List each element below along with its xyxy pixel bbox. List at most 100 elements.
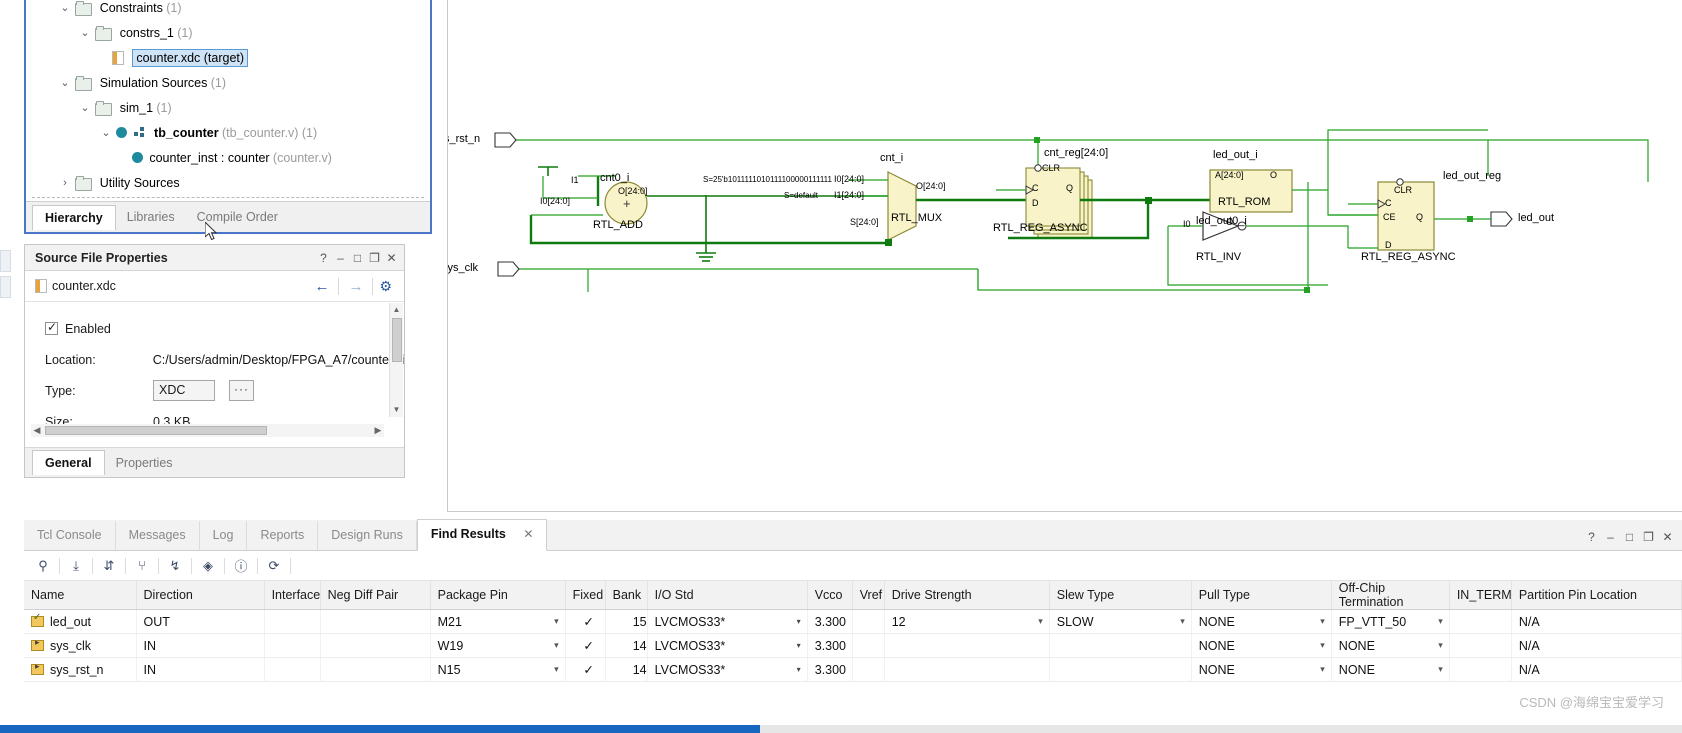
chevron-down-icon[interactable]: ⌄ xyxy=(78,96,92,121)
col-neg-diff-pair[interactable]: Neg Diff Pair xyxy=(320,581,431,610)
cell-pull-type[interactable]: NONE ▾ xyxy=(1191,633,1332,658)
tab-tcl-console[interactable]: Tcl Console xyxy=(24,521,116,550)
back-arrow-icon[interactable]: ← xyxy=(307,278,336,295)
schematic-icon[interactable]: ↯ xyxy=(164,555,186,577)
sfp-horizontal-scrollbar[interactable]: ◀ ▶ xyxy=(31,424,384,437)
table-row[interactable]: led_out OUT M21 ▾ ✓ 15 LVCMOS33* ▾ 3.300 1… xyxy=(24,609,1682,634)
chevron-right-icon[interactable]: › xyxy=(58,171,72,196)
minimize-icon[interactable]: – xyxy=(1602,530,1619,544)
tab-log[interactable]: Log xyxy=(200,521,248,550)
minimize-icon[interactable]: – xyxy=(332,251,349,265)
chevron-down-icon[interactable]: ▾ xyxy=(1438,640,1443,651)
chevron-down-icon[interactable]: ⌄ xyxy=(99,121,113,146)
hierarchy-icon[interactable]: ⑂ xyxy=(131,555,153,577)
refresh-icon[interactable]: ⟳ xyxy=(263,555,285,577)
col-vcco[interactable]: Vcco xyxy=(807,581,853,610)
close-icon[interactable]: ✕ xyxy=(1659,530,1676,544)
info-icon[interactable]: ⓘ xyxy=(230,555,252,577)
table-row[interactable]: sys_clk IN W19 ▾ ✓ 14 LVCMOS33* ▾ 3.300 NO… xyxy=(24,633,1682,658)
maximize-icon[interactable]: □ xyxy=(349,251,366,265)
col-name[interactable]: Name xyxy=(24,581,137,610)
cell-io-std[interactable]: LVCMOS33* ▾ xyxy=(647,609,808,634)
close-icon[interactable]: ✕ xyxy=(383,251,400,265)
close-icon[interactable]: ✕ xyxy=(523,527,533,541)
col-bank[interactable]: Bank xyxy=(605,581,648,610)
col-vref[interactable]: Vref xyxy=(852,581,885,610)
tab-messages[interactable]: Messages xyxy=(116,521,200,550)
collapse-all-icon[interactable]: ⤓ xyxy=(65,555,87,577)
chevron-down-icon[interactable]: ⌄ xyxy=(78,21,92,46)
sfp-vertical-scrollbar[interactable]: ▲ ▼ xyxy=(389,303,403,417)
tab-reports[interactable]: Reports xyxy=(247,521,319,550)
chevron-down-icon[interactable]: ▾ xyxy=(797,665,801,674)
chevron-down-icon[interactable]: ▾ xyxy=(797,641,801,650)
chevron-down-icon[interactable]: ▾ xyxy=(797,617,801,626)
schematic-view[interactable]: + _rst_n ys_clk led_out cnt0_i RTL_ADD I… xyxy=(447,0,1682,512)
tab-find-results[interactable]: Find Results ✕ xyxy=(416,519,548,551)
cell-pull-type[interactable]: NONE ▾ xyxy=(1191,657,1332,682)
col-direction[interactable]: Direction xyxy=(136,581,265,610)
cell-package-pin[interactable]: N15 ▾ xyxy=(430,657,566,682)
cell-slew-type[interactable]: SLOW ▾ xyxy=(1049,609,1192,634)
tab-general[interactable]: General xyxy=(32,450,105,475)
tree-item-simulation-sources[interactable]: ⌄ Simulation Sources (1) xyxy=(26,71,430,96)
port-led-out[interactable] xyxy=(1490,211,1513,227)
tree-item-sim-1[interactable]: ⌄ sim_1 (1) xyxy=(26,96,430,121)
col-drive-strength[interactable]: Drive Strength xyxy=(884,581,1050,610)
port-sys-rst-n[interactable] xyxy=(494,132,517,148)
type-browse-button[interactable]: ··· xyxy=(229,380,254,401)
chevron-down-icon[interactable]: ▾ xyxy=(1180,616,1185,627)
scroll-down-icon[interactable]: ▼ xyxy=(390,403,403,417)
col-package-pin[interactable]: Package Pin xyxy=(430,581,566,610)
cell-cnt-i[interactable] xyxy=(887,171,917,241)
chevron-down-icon[interactable]: ▾ xyxy=(554,640,559,651)
cell-drive-strength[interactable]: 12 ▾ xyxy=(884,609,1050,634)
search-icon[interactable]: ⚲ xyxy=(32,555,54,577)
cell-fixed[interactable]: ✓ xyxy=(565,657,606,682)
tab-libraries[interactable]: Libraries xyxy=(116,206,186,228)
tab-compile-order[interactable]: Compile Order xyxy=(186,206,289,228)
cell-package-pin[interactable]: M21 ▾ xyxy=(430,609,566,634)
tree-item-constraints[interactable]: ⌄ Constraints (1) xyxy=(26,0,430,21)
chevron-down-icon[interactable]: ▾ xyxy=(1438,616,1443,627)
col-io-std[interactable]: I/O Std xyxy=(647,581,808,610)
scroll-left-icon[interactable]: ◀ xyxy=(31,424,43,437)
chevron-down-icon[interactable]: ⌄ xyxy=(58,71,72,96)
col-partition-pin-location[interactable]: Partition Pin Location xyxy=(1511,581,1682,610)
scroll-thumb[interactable] xyxy=(392,318,402,362)
chevron-down-icon[interactable]: ⌄ xyxy=(58,0,72,21)
tree-item-counter-inst[interactable]: counter_inst : counter (counter.v) xyxy=(26,146,430,171)
tree-item-counter-xdc[interactable]: counter.xdc (target) xyxy=(26,46,430,71)
scroll-right-icon[interactable]: ▶ xyxy=(372,424,384,437)
col-fixed[interactable]: Fixed xyxy=(565,581,606,610)
maximize-icon[interactable]: □ xyxy=(1621,530,1638,544)
tree-item-constrs-1[interactable]: ⌄ constrs_1 (1) xyxy=(26,21,430,46)
tab-design-runs[interactable]: Design Runs xyxy=(318,521,417,550)
cell-off-chip-termination[interactable]: FP_VTT_50 ▾ xyxy=(1331,609,1450,634)
port-sys-clk[interactable] xyxy=(497,261,520,277)
cell-fixed[interactable]: ✓ xyxy=(565,609,606,634)
col-in-term[interactable]: IN_TERM xyxy=(1449,581,1512,610)
type-value-field[interactable]: XDC xyxy=(153,380,215,401)
forward-arrow-icon[interactable]: → xyxy=(341,278,370,295)
tree-item-tb-counter[interactable]: ⌄ tb_counter (tb_counter.v) (1) xyxy=(26,121,430,146)
col-off-chip-termination[interactable]: Off-Chip Termination xyxy=(1331,581,1450,610)
scroll-up-icon[interactable]: ▲ xyxy=(390,303,403,317)
cell-pull-type[interactable]: NONE ▾ xyxy=(1191,609,1332,634)
enabled-row[interactable]: Enabled xyxy=(45,313,404,344)
chevron-down-icon[interactable]: ▾ xyxy=(554,616,559,627)
cell-off-chip-termination[interactable]: NONE ▾ xyxy=(1331,633,1450,658)
expand-all-icon[interactable]: ⇵ xyxy=(98,555,120,577)
cell-name[interactable]: sys_rst_n xyxy=(24,657,137,682)
tab-properties[interactable]: Properties xyxy=(105,452,184,474)
cell-name[interactable]: led_out xyxy=(24,609,137,634)
col-interface[interactable]: Interface xyxy=(264,581,321,610)
chevron-down-icon[interactable]: ▾ xyxy=(1038,616,1043,627)
enabled-checkbox[interactable] xyxy=(45,320,58,335)
col-pull-type[interactable]: Pull Type xyxy=(1191,581,1332,610)
highlight-icon[interactable]: ◈ xyxy=(197,555,219,577)
float-icon[interactable]: ❐ xyxy=(1640,530,1657,544)
cell-fixed[interactable]: ✓ xyxy=(565,633,606,658)
sources-tree[interactable]: ⌄ Constraints (1) ⌄ constrs_1 (1) counte… xyxy=(26,0,430,200)
help-icon[interactable]: ? xyxy=(315,251,332,265)
